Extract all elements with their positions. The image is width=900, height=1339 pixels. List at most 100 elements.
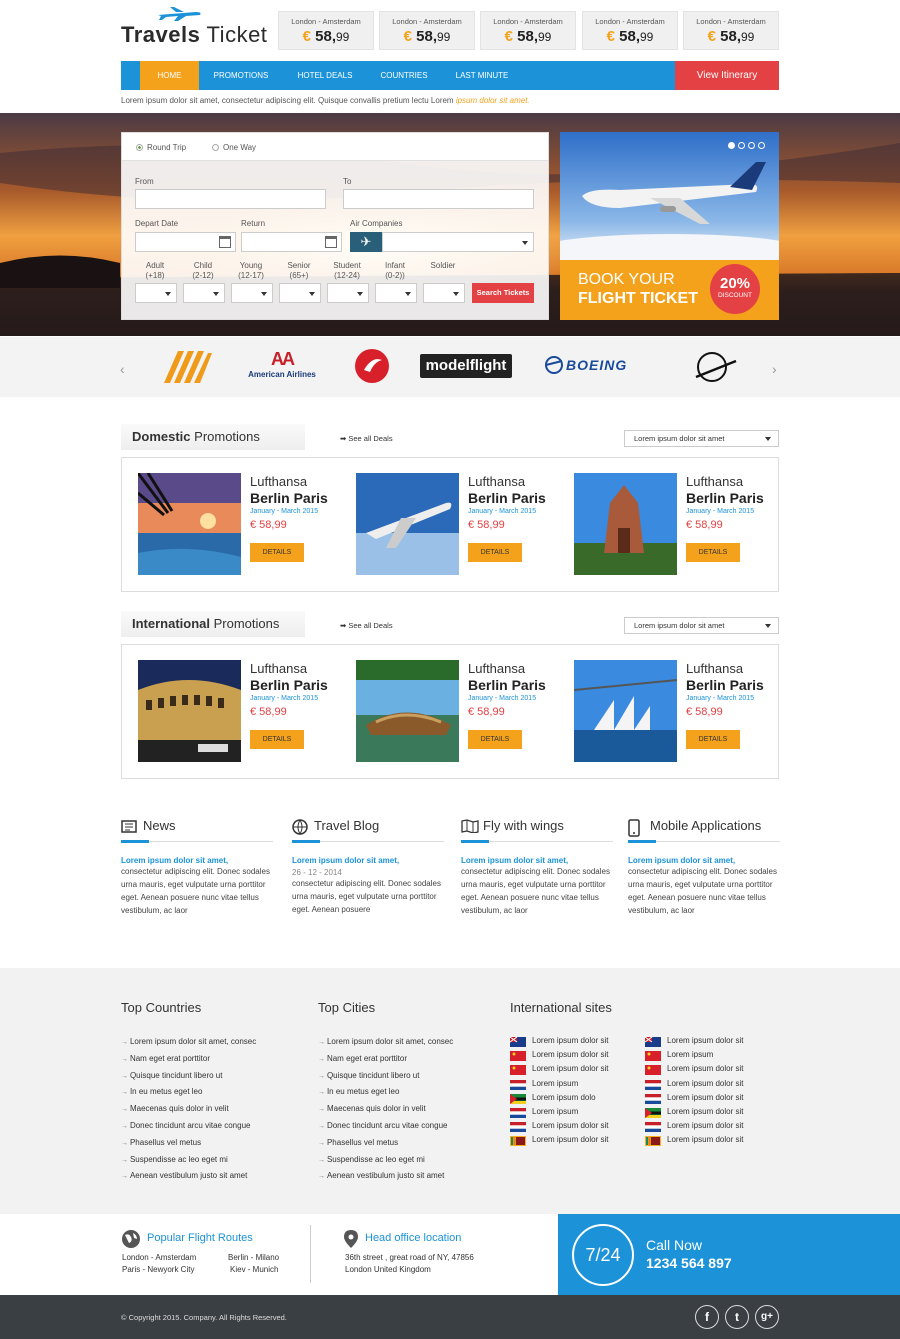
american-airlines-logo[interactable]: AA American Airlines <box>242 349 322 379</box>
pax-select[interactable] <box>183 283 225 303</box>
column-title[interactable]: News <box>121 818 273 843</box>
pax-select[interactable] <box>279 283 321 303</box>
column-title[interactable]: Fly with wings <box>461 818 613 843</box>
footer-link[interactable]: Nam eget erat porttitor <box>121 1051 256 1068</box>
nav-home[interactable]: HOME <box>140 61 199 90</box>
twitter-icon[interactable]: t <box>725 1305 749 1329</box>
column-lead[interactable]: Lorem ipsum dolor sit amet, <box>121 856 273 865</box>
prev-arrow-icon[interactable]: ‹ <box>120 361 125 377</box>
discount-ad-banner[interactable]: BOOK YOUR FLIGHT TICKET 20% DISCOUNT <box>560 132 779 320</box>
footer-link[interactable]: Suspendisse ac leo eget mi <box>121 1152 256 1169</box>
route-1[interactable]: London - Amsterdam <box>122 1252 196 1264</box>
footer-link[interactable]: Quisque tincidunt libero ut <box>318 1068 453 1085</box>
site-link[interactable]: Lorem ipsum dolor sit <box>645 1091 743 1105</box>
footer-link[interactable]: Donec tincidunt arcu vitae congue <box>121 1118 256 1135</box>
price-box[interactable]: London - Amsterdam € 58,99 <box>480 11 576 50</box>
from-input[interactable] <box>135 189 326 209</box>
turkish-airlines-logo[interactable] <box>354 348 390 384</box>
depart-date-input[interactable] <box>135 232 236 252</box>
destination-photo[interactable] <box>138 660 241 762</box>
pax-select[interactable] <box>231 283 273 303</box>
column-lead[interactable]: Lorem ipsum dolor sit amet, <box>628 856 780 865</box>
column-title[interactable]: Mobile Applications <box>628 818 780 843</box>
column-title[interactable]: Travel Blog <box>292 818 444 843</box>
pax-select[interactable] <box>135 283 177 303</box>
airline-logo-icon[interactable] <box>160 349 214 385</box>
modelflight-logo[interactable]: modelflight <box>420 354 512 378</box>
site-link[interactable]: Lorem ipsum <box>510 1105 608 1119</box>
one-way-radio[interactable]: One Way <box>212 143 256 152</box>
details-button[interactable]: DETAILS <box>250 730 304 749</box>
footer-link[interactable]: Maecenas quis dolor in velit <box>318 1101 453 1118</box>
footer-link[interactable]: Lorem ipsum dolor sit amet, consec <box>121 1034 256 1051</box>
pax-select[interactable] <box>375 283 417 303</box>
facebook-icon[interactable]: f <box>695 1305 719 1329</box>
carousel-dots[interactable] <box>725 140 765 152</box>
site-link[interactable]: Lorem ipsum dolor sit <box>510 1062 608 1076</box>
footer-link[interactable]: Phasellus vel metus <box>318 1135 453 1152</box>
domestic-filter-dropdown[interactable]: Lorem ipsum dolor sit amet <box>624 430 779 447</box>
site-link[interactable]: Lorem ipsum dolor sit <box>510 1048 608 1062</box>
footer-link[interactable]: Aenean vestibulum justo sit amet <box>318 1168 453 1185</box>
site-link[interactable]: Lorem ipsum <box>645 1048 743 1062</box>
site-link[interactable]: Lorem ipsum dolor sit <box>510 1034 608 1048</box>
footer-link[interactable]: Lorem ipsum dolor sit amet, consec <box>318 1034 453 1051</box>
destination-photo[interactable] <box>574 660 677 762</box>
route-4[interactable]: Kiev - Munich <box>230 1264 278 1276</box>
see-all-deals-link[interactable]: ➡ See all Deals <box>340 434 393 443</box>
footer-link[interactable]: In eu metus eget leo <box>121 1084 256 1101</box>
air-companies-select[interactable] <box>382 232 534 252</box>
nav-promotions[interactable]: PROMOTIONS <box>204 61 278 90</box>
site-link[interactable]: Lorem ipsum dolor sit <box>645 1077 743 1091</box>
price-box[interactable]: London - Amsterdam € 58,99 <box>683 11 779 50</box>
search-tickets-button[interactable]: Search Tickets <box>472 283 534 303</box>
details-button[interactable]: DETAILS <box>250 543 304 562</box>
footer-link[interactable]: In eu metus eget leo <box>318 1084 453 1101</box>
pax-select[interactable] <box>327 283 369 303</box>
site-link[interactable]: Lorem ipsum dolor sit <box>645 1062 743 1076</box>
return-date-input[interactable] <box>241 232 342 252</box>
site-link[interactable]: Lorem ipsum dolo <box>510 1091 608 1105</box>
nav-hotel-deals[interactable]: HOTEL DEALS <box>288 61 362 90</box>
footer-link[interactable]: Quisque tincidunt libero ut <box>121 1068 256 1085</box>
column-lead[interactable]: Lorem ipsum dolor sit amet, <box>292 856 444 865</box>
footer-link[interactable]: Nam eget erat porttitor <box>318 1051 453 1068</box>
round-trip-radio[interactable]: Round Trip <box>136 143 186 152</box>
route-3[interactable]: Paris - Newyork City <box>122 1264 194 1276</box>
logo[interactable]: Travels Ticket <box>121 22 267 48</box>
see-all-deals-link[interactable]: ➡ See all Deals <box>340 621 393 630</box>
pax-select[interactable] <box>423 283 465 303</box>
price-box[interactable]: London - Amsterdam € 58,99 <box>379 11 475 50</box>
footer-link[interactable]: Suspendisse ac leo eget mi <box>318 1152 453 1169</box>
site-link[interactable]: Lorem ipsum <box>510 1077 608 1091</box>
price-box[interactable]: London - Amsterdam € 58,99 <box>582 11 678 50</box>
route-2[interactable]: Berlin - Milano <box>228 1252 279 1264</box>
details-button[interactable]: DETAILS <box>686 543 740 562</box>
destination-photo[interactable] <box>356 660 459 762</box>
international-filter-dropdown[interactable]: Lorem ipsum dolor sit amet <box>624 617 779 634</box>
calendar-icon[interactable] <box>219 236 231 248</box>
site-link[interactable]: Lorem ipsum dolor sit <box>645 1034 743 1048</box>
details-button[interactable]: DETAILS <box>468 730 522 749</box>
view-itinerary-button[interactable]: View Itinerary <box>675 61 779 90</box>
phone-number[interactable]: 1234 564 897 <box>646 1255 732 1271</box>
footer-link[interactable]: Maecenas quis dolor in velit <box>121 1101 256 1118</box>
airline-logo-icon[interactable] <box>692 347 738 385</box>
destination-photo[interactable] <box>356 473 459 575</box>
price-box[interactable]: London - Amsterdam € 58,99 <box>278 11 374 50</box>
destination-photo[interactable] <box>138 473 241 575</box>
next-arrow-icon[interactable]: › <box>772 361 777 377</box>
boeing-logo[interactable]: BOEING <box>544 356 627 374</box>
site-link[interactable]: Lorem ipsum dolor sit <box>645 1119 743 1133</box>
site-link[interactable]: Lorem ipsum dolor sit <box>645 1133 743 1147</box>
footer-link[interactable]: Donec tincidunt arcu vitae congue <box>318 1118 453 1135</box>
destination-photo[interactable] <box>574 473 677 575</box>
footer-link[interactable]: Aenean vestibulum justo sit amet <box>121 1168 256 1185</box>
column-lead[interactable]: Lorem ipsum dolor sit amet, <box>461 856 613 865</box>
details-button[interactable]: DETAILS <box>686 730 740 749</box>
site-link[interactable]: Lorem ipsum dolor sit <box>510 1119 608 1133</box>
nav-last-minute[interactable]: LAST MINUTE <box>447 61 517 90</box>
nav-countries[interactable]: COUNTRIES <box>371 61 437 90</box>
site-link[interactable]: Lorem ipsum dolor sit <box>510 1133 608 1147</box>
call-now-panel[interactable]: 7/24 Call Now 1234 564 897 <box>558 1214 900 1295</box>
